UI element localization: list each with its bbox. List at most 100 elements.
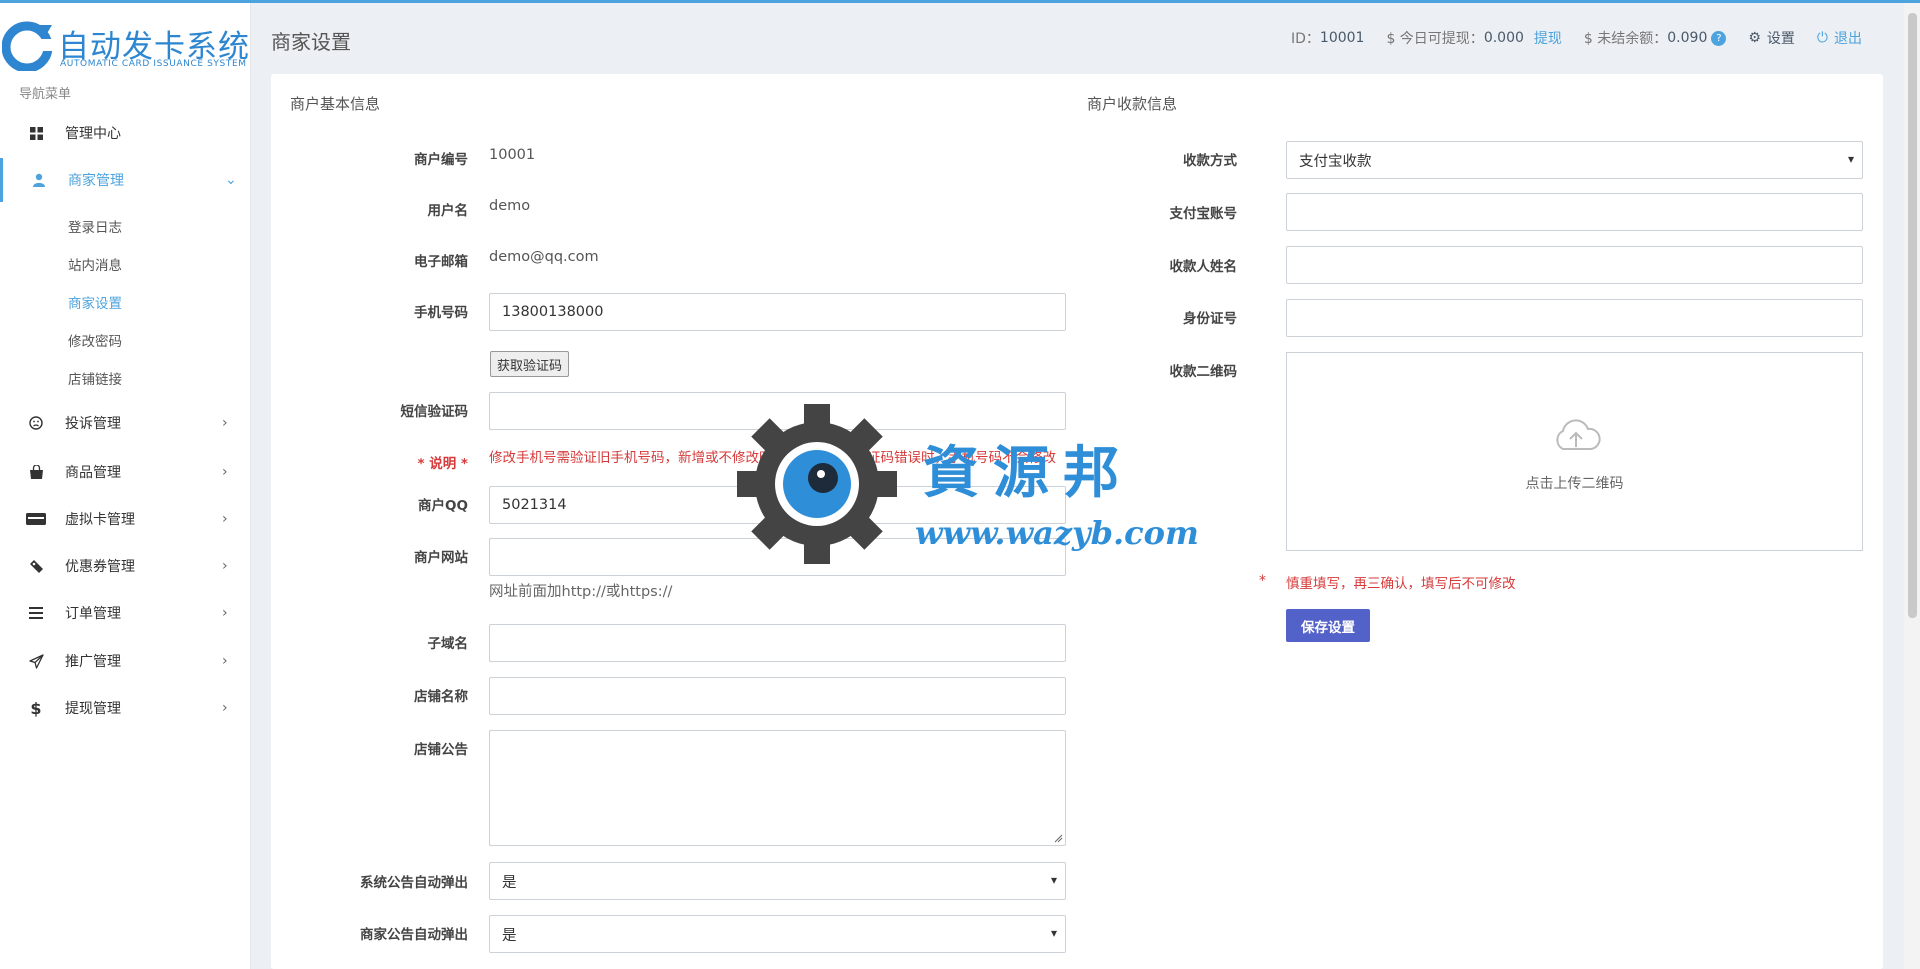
sidebar-subitem-merchant-settings[interactable]: 商家设置 — [68, 292, 122, 312]
sidebar-item-merchant[interactable]: 商家管理 ⌄ — [0, 158, 250, 202]
logout-label: 退出 — [1834, 31, 1862, 47]
unsettled-label: $ 未结余额： — [1583, 31, 1668, 47]
chevron-right-icon: › — [222, 464, 228, 480]
save-settings-button[interactable]: 保存设置 — [1286, 609, 1370, 642]
qq-label: 商户QQ — [418, 498, 468, 514]
watermark: 資源邦 www.wazyb.com — [735, 402, 1199, 564]
gear-icon: ⚙ — [1748, 30, 1761, 46]
sys-popup-select[interactable]: 是 — [489, 862, 1066, 900]
sidebar-subitem-messages[interactable]: 站内消息 — [68, 254, 122, 274]
chevron-right-icon: › — [222, 605, 228, 621]
nav-caption: 导航菜单 — [19, 87, 72, 102]
scrollbar-thumb[interactable] — [1908, 13, 1917, 618]
username-value: demo — [489, 198, 531, 214]
top-accent-line — [0, 0, 1920, 3]
chevron-right-icon: › — [222, 415, 228, 431]
chevron-right-icon: › — [222, 653, 228, 669]
unsettled-value: 0.090 — [1667, 30, 1708, 46]
merchant-id-field-label: 商户编号 — [414, 152, 468, 168]
sms-code-label: 短信验证码 — [400, 404, 469, 420]
merchant-id-label: ID： — [1290, 31, 1320, 47]
qrcode-upload-area[interactable]: 点击上传二维码 — [1286, 352, 1863, 551]
power-icon: ⏻ — [1816, 30, 1828, 46]
merchant-id-value: 10001 — [1319, 30, 1365, 46]
sidebar-item-label: 管理中心 — [65, 126, 121, 142]
id-number-label: 身份证号 — [1183, 311, 1237, 327]
chevron-right-icon: › — [222, 511, 228, 527]
sidebar-item-products[interactable]: 商品管理 › — [0, 450, 250, 494]
website-hint: 网址前面加http://或https:// — [489, 584, 673, 600]
shop-name-input[interactable] — [489, 677, 1066, 715]
logo-mark-icon — [2, 21, 52, 71]
sidebar-item-coupons[interactable]: 优惠券管理 › — [0, 544, 250, 588]
alipay-account-input[interactable] — [1286, 193, 1863, 231]
subdomain-label: 子域名 — [427, 636, 469, 652]
app-logo[interactable]: 自动发卡系统 AUTOMATIC CARD ISSUANCE SYSTEM — [0, 17, 250, 77]
watermark-url: www.wazyb.com — [915, 514, 1199, 552]
help-icon[interactable]: ? — [1711, 30, 1727, 46]
merchant-id-field-value: 10001 — [489, 147, 536, 163]
payee-name-input[interactable] — [1286, 246, 1863, 284]
warning-text: 慎重填写，再三确认，填写后不可修改 — [1286, 576, 1516, 592]
sys-popup-label: 系统公告自动弹出 — [360, 875, 468, 891]
resize-handle-icon[interactable] — [1054, 834, 1063, 843]
sidebar-item-label: 商家管理 — [68, 173, 124, 189]
shopping-bag-icon — [26, 462, 46, 482]
payee-name-label: 收款人姓名 — [1169, 259, 1238, 275]
payment-method-label: 收款方式 — [1183, 153, 1237, 169]
page-scrollbar[interactable] — [1904, 3, 1920, 969]
website-label: 商户网站 — [414, 550, 468, 566]
phone-input[interactable]: 13800138000 — [489, 293, 1066, 331]
sidebar-item-dashboard[interactable]: 管理中心 — [0, 111, 250, 155]
id-number-input[interactable] — [1286, 299, 1863, 337]
sidebar-item-label: 优惠券管理 — [65, 559, 135, 575]
settings-label: 设置 — [1766, 31, 1795, 47]
withdrawable-value: 0.000 — [1483, 30, 1524, 46]
payment-info-title: 商户收款信息 — [1087, 95, 1178, 113]
sidebar-item-label: 商品管理 — [65, 465, 121, 481]
sidebar-subitem-shop-link[interactable]: 店铺链接 — [68, 368, 122, 388]
frown-icon — [26, 413, 46, 433]
unsettled-balance: $ 未结余额： 0.090 ? — [1583, 28, 1727, 48]
shop-name-label: 店铺名称 — [414, 689, 468, 705]
dollar-icon: $ — [30, 698, 42, 718]
upload-text: 点击上传二维码 — [1525, 476, 1624, 492]
sidebar-subitem-login-log[interactable]: 登录日志 — [68, 216, 122, 236]
sidebar-item-orders[interactable]: 订单管理 › — [0, 591, 250, 635]
alipay-account-label: 支付宝账号 — [1169, 206, 1238, 222]
sidebar-item-promotion[interactable]: 推广管理 › — [0, 639, 250, 683]
merchant-id: ID： 10001 — [1291, 28, 1364, 48]
watermark-gear-icon — [737, 404, 897, 564]
sidebar-item-label: 投诉管理 — [65, 416, 121, 432]
subdomain-input[interactable] — [489, 624, 1066, 662]
withdraw-link[interactable]: 提现 — [1534, 28, 1562, 48]
ticket-icon — [26, 556, 46, 576]
sidebar-item-virtual-cards[interactable]: 虚拟卡管理 › — [0, 497, 250, 541]
cloud-upload-icon — [1556, 419, 1601, 450]
chevron-down-icon: ⌄ — [225, 172, 237, 188]
shop-notice-textarea[interactable] — [489, 730, 1066, 846]
sidebar-item-complaints[interactable]: 投诉管理 › — [0, 401, 250, 445]
user-icon — [29, 170, 49, 190]
settings-link[interactable]: ⚙ 设置 — [1748, 28, 1795, 48]
shop-notice-label: 店铺公告 — [414, 742, 468, 758]
logout-link[interactable]: ⏻ 退出 — [1817, 28, 1862, 48]
card-icon — [26, 509, 46, 529]
username-label: 用户名 — [427, 203, 469, 219]
logo-subtitle: AUTOMATIC CARD ISSUANCE SYSTEM — [60, 59, 247, 69]
sidebar-item-label: 提现管理 — [65, 701, 121, 717]
get-code-button[interactable]: 获取验证码 — [490, 351, 570, 377]
sidebar-subitem-change-password[interactable]: 修改密码 — [68, 330, 122, 350]
sidebar-item-withdrawals[interactable]: $ 提现管理 › — [0, 686, 250, 730]
email-label: 电子邮箱 — [414, 254, 468, 270]
phone-label: 手机号码 — [414, 305, 468, 321]
dashboard-icon — [26, 123, 46, 143]
basic-info-title: 商户基本信息 — [290, 95, 381, 113]
paper-plane-icon — [26, 651, 46, 671]
page-title: 商家设置 — [271, 30, 351, 54]
merchant-popup-select[interactable]: 是 — [489, 915, 1066, 953]
chevron-right-icon: › — [222, 558, 228, 574]
sidebar-item-label: 订单管理 — [65, 606, 121, 622]
payment-method-select[interactable]: 支付宝收款 — [1286, 141, 1863, 179]
header-account-info: ID： 10001 $ 今日可提现： 0.000 提现 $ 未结余额： 0.090 ?… — [1269, 28, 1862, 48]
